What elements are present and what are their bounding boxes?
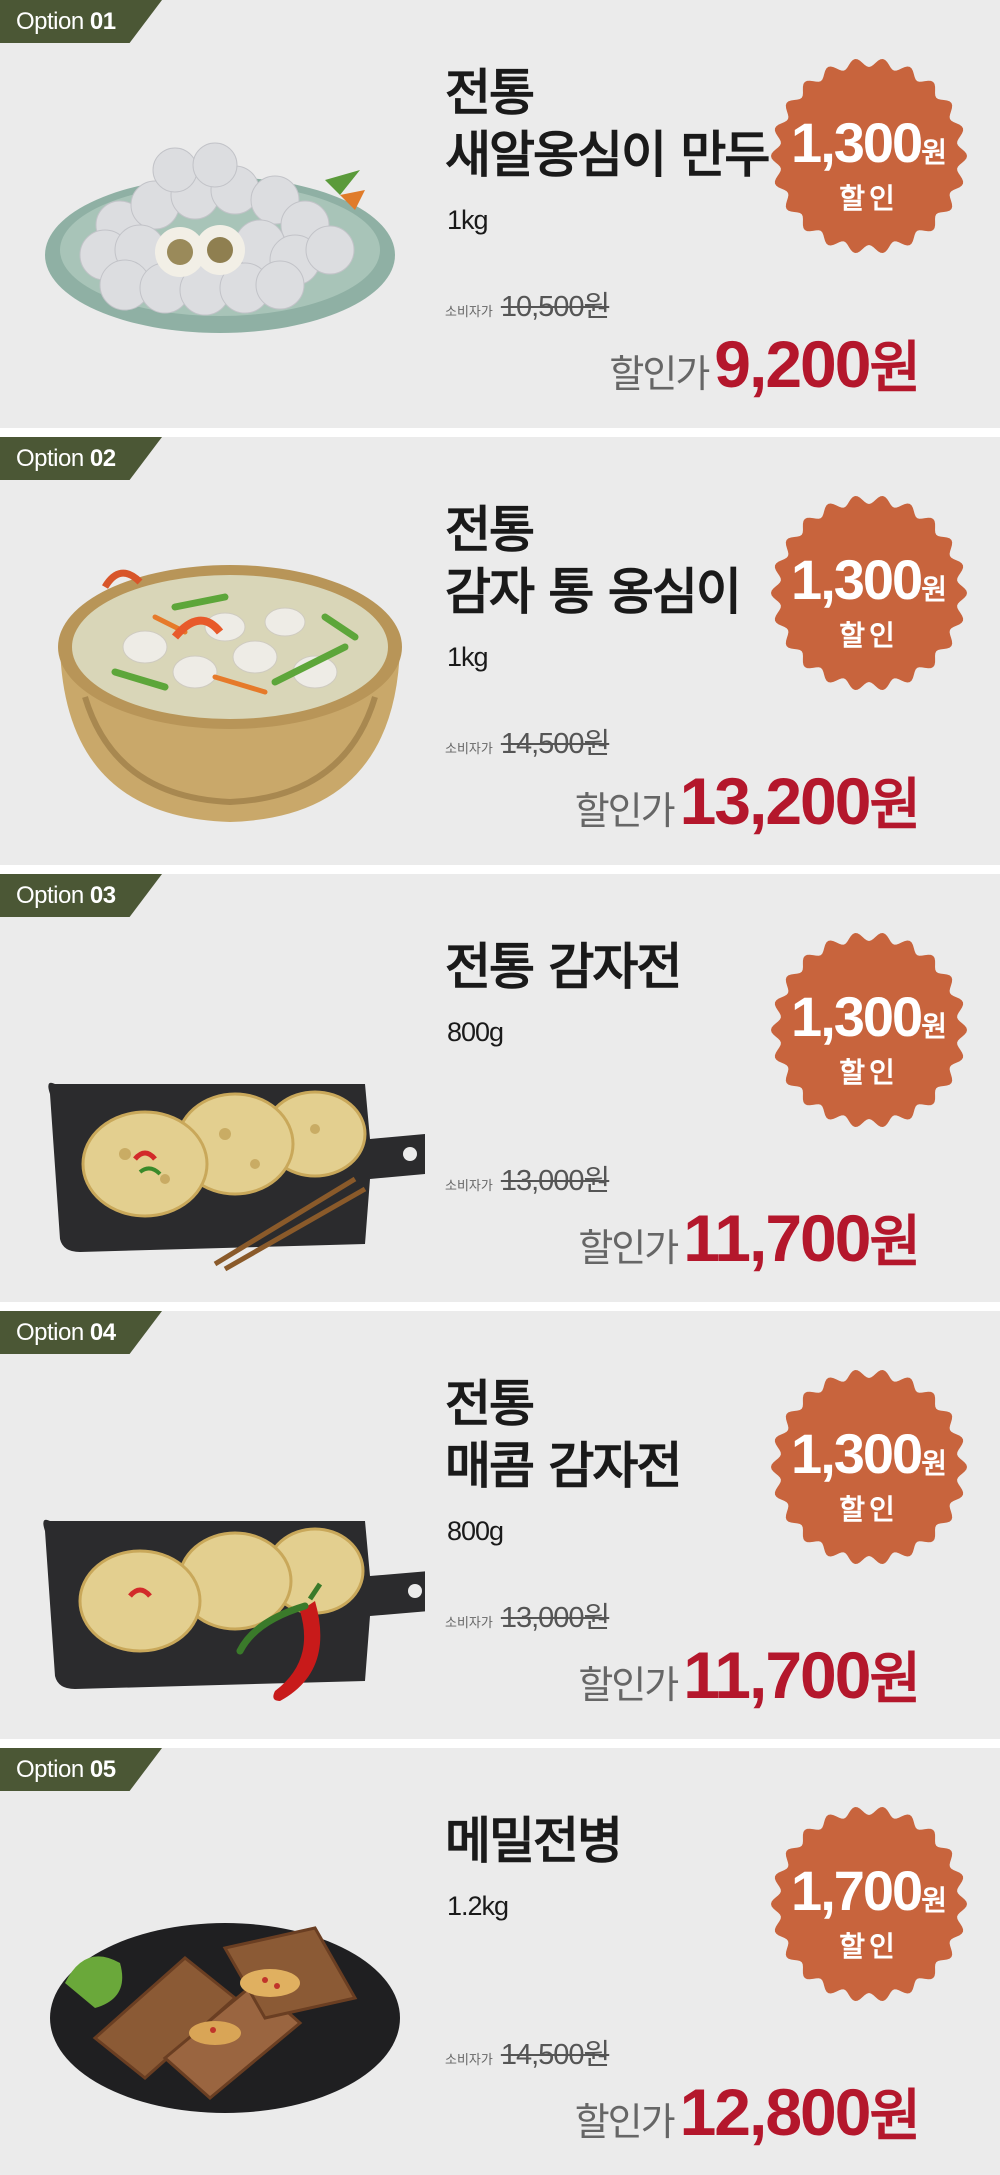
option-tag: Option 02 [0, 437, 162, 480]
sale-price: 할인가 9,200원 [609, 327, 921, 401]
product-weight: 1kg [447, 205, 489, 235]
sale-price: 할인가 11,700원 [578, 1638, 921, 1712]
product-title: 전통 감자 통 옹심이 [445, 501, 742, 621]
sale-price: 할인가 11,700원 [578, 1201, 921, 1275]
original-price: 소비자가 13,000원 [445, 1602, 610, 1634]
option-card[interactable]: Option 03 전통 감자전 800g 1,300원 할인 소비자가 13,… [0, 874, 1000, 1302]
product-weight: 800g [447, 1017, 504, 1047]
sale-price: 할인가 12,800원 [574, 2075, 921, 2149]
original-price: 소비자가 14,500원 [445, 728, 610, 760]
option-tag: Option 03 [0, 874, 162, 917]
soup-bowl-icon [58, 565, 402, 822]
original-price: 소비자가 13,000원 [445, 1165, 610, 1197]
product-title: 전통 매콤 감자전 [445, 1375, 682, 1495]
discount-badge: 1,300원 할인 [768, 55, 970, 257]
product-weight: 1kg [447, 642, 489, 672]
discount-badge: 1,300원 할인 [768, 929, 970, 1131]
original-price: 소비자가 14,500원 [445, 2039, 610, 2071]
option-tag: Option 01 [0, 0, 162, 43]
product-title: 전통 새알옹심이 만두 [445, 64, 770, 184]
product-title: 전통 감자전 [445, 938, 682, 996]
discount-badge: 1,700원 할인 [768, 1803, 970, 2005]
potato-pancake-board-icon [48, 1082, 425, 1272]
option-card[interactable]: Option 04 전통 매콤 감자전 800g 1,300원 할인 소비자가 [0, 1311, 1000, 1739]
spicy-pancake-board-icon [43, 1519, 425, 1701]
option-card[interactable]: Option 02 전통 감자 통 옹심이 1kg 1,300원 할인 소비자가… [0, 437, 1000, 865]
option-card[interactable]: Option 05 메밀전병 1.2kg 1,700원 할인 소비자가 14,5… [0, 1748, 1000, 2175]
product-weight: 800g [447, 1516, 504, 1546]
option-tag: Option 04 [0, 1311, 162, 1354]
original-price: 소비자가 10,500원 [445, 291, 610, 323]
option-tag: Option 05 [0, 1748, 162, 1791]
product-options-page: Option 01 전통 새알옹심이 만두 1kg 1,300원 할인 소비자가… [0, 0, 1000, 2175]
buckwheat-crepe-plate-icon [50, 1923, 400, 2113]
discount-badge: 1,300원 할인 [768, 1366, 970, 1568]
sale-price: 할인가 13,200원 [574, 764, 921, 838]
option-card[interactable]: Option 01 전통 새알옹심이 만두 1kg 1,300원 할인 소비자가… [0, 0, 1000, 428]
discount-badge: 1,300원 할인 [768, 492, 970, 694]
dumpling-plate-icon [45, 142, 395, 333]
product-title: 메밀전병 [445, 1812, 623, 1870]
product-weight: 1.2kg [447, 1891, 509, 1921]
